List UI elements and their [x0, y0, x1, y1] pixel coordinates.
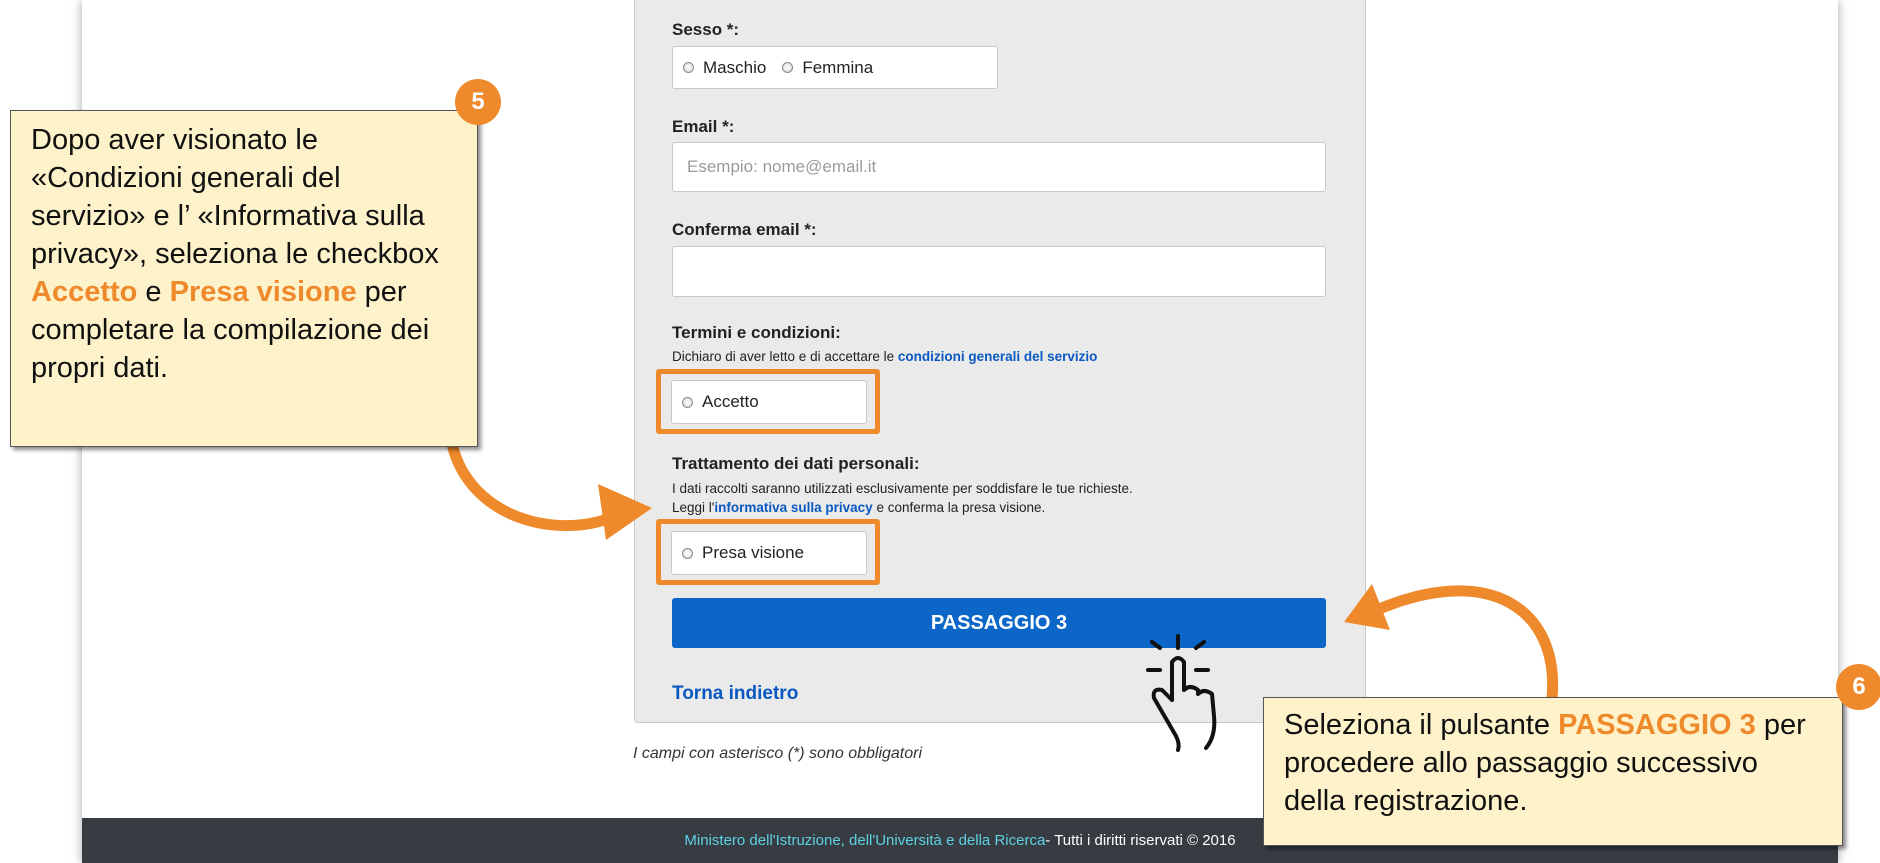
step5-text-1: Dopo aver visionato le «Condizioni gener…	[31, 124, 439, 270]
curved-arrow-icon	[1344, 584, 1559, 704]
step5-accent-accetto: Accetto	[31, 276, 138, 308]
step5-text-2: e	[137, 276, 170, 308]
step6-text-1: Seleziona il pulsante	[1284, 709, 1559, 741]
step6-callout: Seleziona il pulsante PASSAGGIO 3 per pr…	[1263, 697, 1843, 846]
step5-accent-presa-visione: Presa visione	[169, 276, 357, 308]
step5-callout: Dopo aver visionato le «Condizioni gener…	[10, 110, 478, 447]
step6-badge: 6	[1836, 664, 1880, 710]
step5-badge: 5	[455, 79, 501, 125]
step6-accent-passaggio3: PASSAGGIO 3	[1558, 709, 1756, 741]
curved-arrow-icon	[446, 438, 652, 540]
hand-pointer-icon	[1146, 634, 1217, 752]
